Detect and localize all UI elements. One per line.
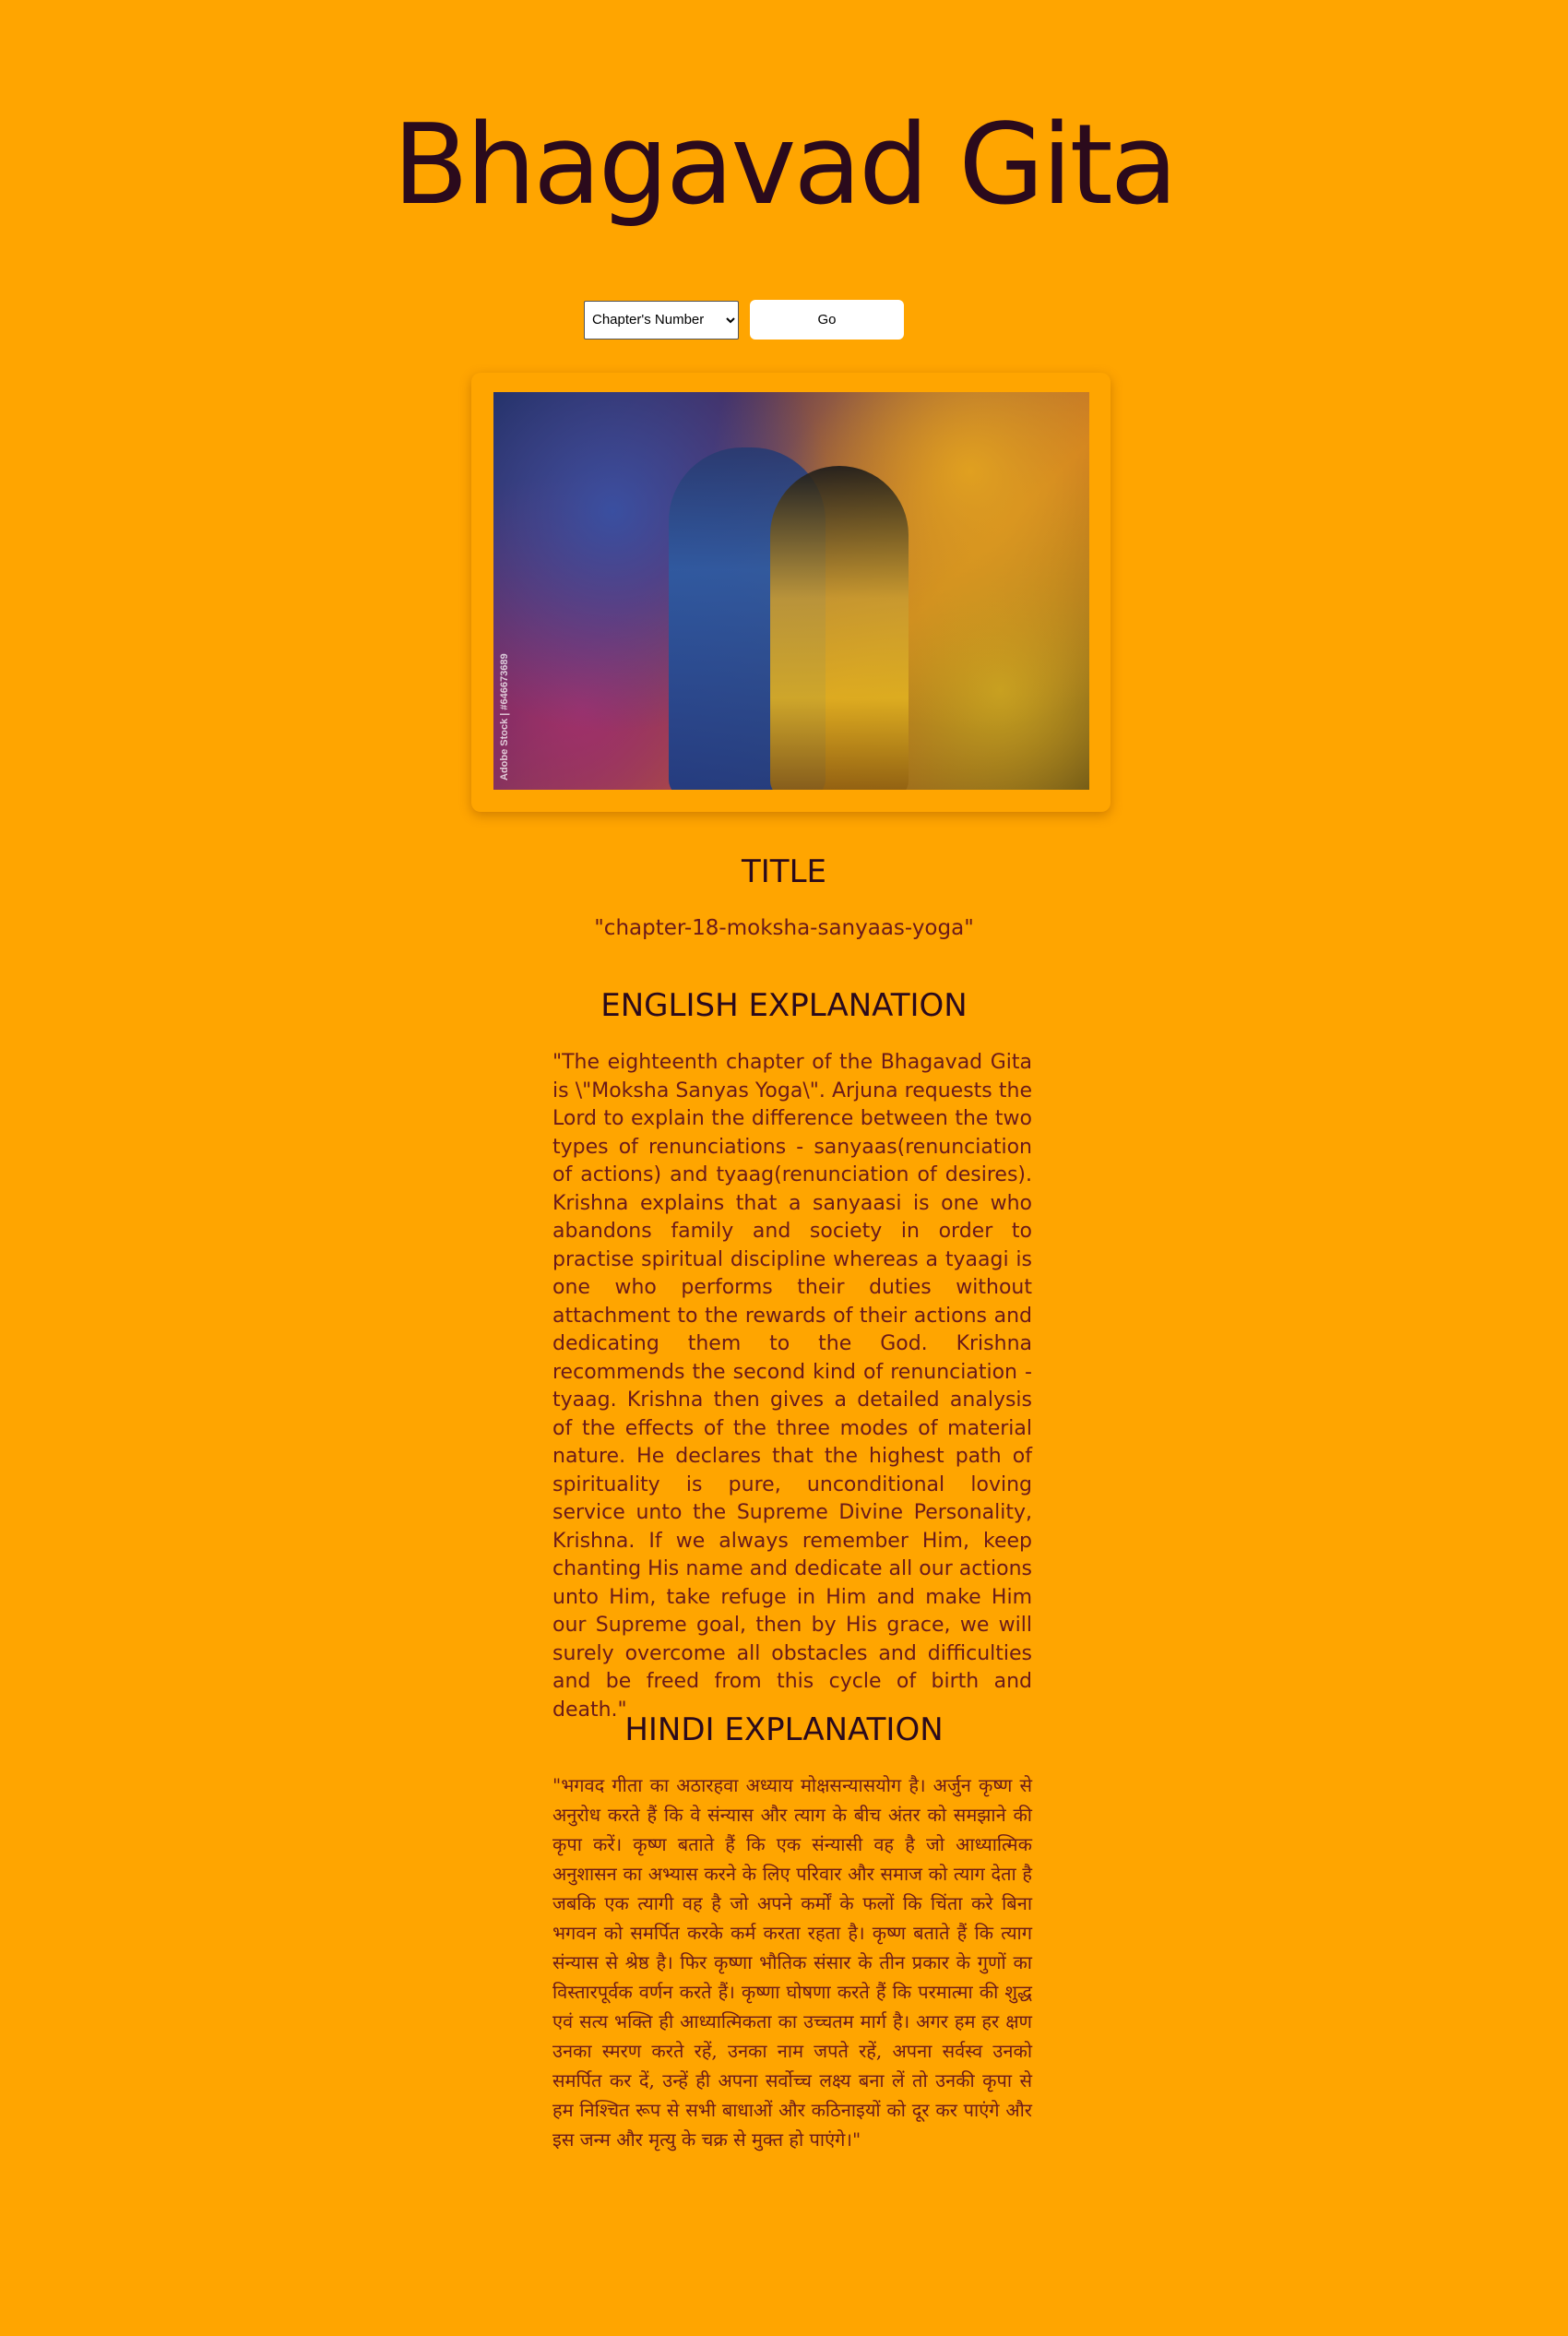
hindi-explanation-text: "भगवद गीता का अठारहवा अध्याय मोक्षसन्यास… — [552, 1774, 1032, 2151]
image-card: Adobe Stock | #646673689 — [471, 373, 1111, 812]
english-explanation-heading: ENGLISH EXPLANATION — [600, 987, 968, 1024]
chapter-number-select[interactable]: Chapter's Number — [584, 300, 739, 340]
radha-figure — [770, 466, 909, 790]
title-heading: TITLE — [742, 853, 826, 890]
page-title: Bhagavad Gita — [392, 101, 1178, 230]
krishna-radha-image: Adobe Stock | #646673689 — [493, 392, 1089, 790]
chapter-title-value: "chapter-18-moksha-sanyaas-yoga" — [594, 916, 974, 940]
image-watermark: Adobe Stock | #646673689 — [499, 653, 510, 781]
hindi-explanation-heading: HINDI EXPLANATION — [624, 1711, 944, 1748]
go-button[interactable]: Go — [750, 300, 904, 340]
english-explanation-text: "The eighteenth chapter of the Bhagavad … — [552, 1051, 1032, 1722]
chapter-controls: Chapter's Number Go — [584, 300, 904, 340]
